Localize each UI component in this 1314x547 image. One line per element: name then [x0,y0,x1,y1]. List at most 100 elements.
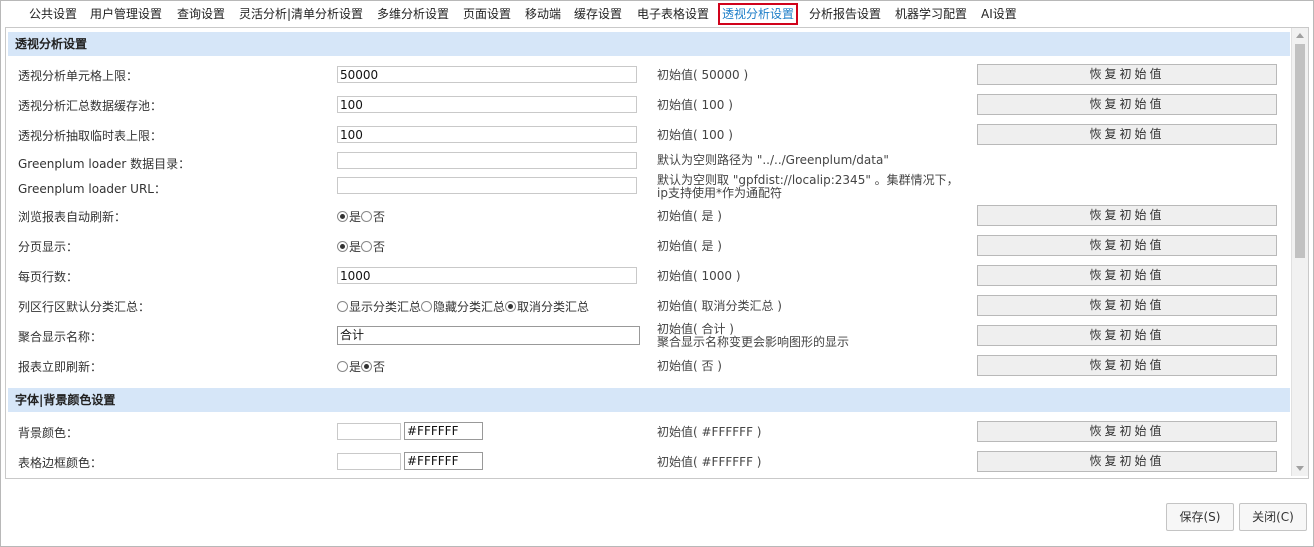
section-color-settings: 字体|背景颜色设置 [8,388,1290,412]
restore-default-button[interactable]: 恢复初始值 [977,265,1277,286]
row-auto-refresh: 浏览报表自动刷新： 是 否 初始值( 是 ) 恢复初始值 [6,201,1296,231]
border-color-swatch[interactable] [337,453,401,470]
restore-default-button[interactable]: 恢复初始值 [977,64,1277,85]
instant-refresh-radios: 是 否 [337,358,385,375]
temp-table-input[interactable]: 100 [337,126,637,143]
cache-pool-input[interactable]: 100 [337,96,637,113]
radio-unchecked-icon[interactable] [361,211,373,222]
section-pivot-settings: 透视分析设置 [8,32,1290,56]
radio-option-hide[interactable]: 隐藏分类汇总 [421,298,505,315]
row-instant-refresh: 报表立即刷新： 是 否 初始值( 否 ) 恢复初始值 [6,351,1296,381]
subtotal-radios: 显示分类汇总 隐藏分类汇总 取消分类汇总 [337,298,589,315]
scrollbar-thumb[interactable] [1295,44,1305,258]
row-paging: 分页显示： 是 否 初始值( 是 ) 恢复初始值 [6,231,1296,261]
row-label: 透视分析抽取临时表上限： [18,129,163,143]
row-cell-limit: 透视分析单元格上限： 50000 初始值( 50000 ) 恢复初始值 [6,60,1296,90]
scroll-up-icon[interactable] [1296,33,1304,38]
greenplum-dir-input[interactable] [337,152,637,169]
radio-checked-icon[interactable] [337,211,348,222]
row-hint: 初始值( 100 ) [657,128,733,142]
agg-name-input[interactable]: 合计 [337,326,640,345]
radio-label: 取消分类汇总 [517,300,590,314]
bg-color-swatch[interactable] [337,423,401,440]
restore-default-button[interactable]: 恢复初始值 [977,124,1277,145]
paging-radios: 是 否 [337,238,385,255]
tab-ai[interactable]: AI设置 [981,5,1017,23]
save-button[interactable]: 保存(S) [1166,503,1234,531]
row-hint-2: 聚合显示名称变更会影响图形的显示 [657,335,850,349]
restore-default-button[interactable]: 恢复初始值 [977,295,1277,316]
row-label: 分页显示： [18,240,79,254]
radio-label: 是 [349,360,362,374]
tab-bar: 公共设置 用户管理设置 查询设置 灵活分析|清单分析设置 多维分析设置 页面设置… [1,1,1313,27]
tab-flexible-analysis[interactable]: 灵活分析|清单分析设置 [239,5,363,23]
row-hint: 初始值( 100 ) [657,98,733,112]
radio-checked-icon[interactable] [337,241,348,252]
radio-unchecked-icon[interactable] [361,241,373,252]
row-label: 表格边框颜色： [18,456,103,470]
radio-option-yes[interactable]: 是 [337,208,361,225]
row-greenplum-url: Greenplum loader URL： 默认为空则取 "gpfdist://… [6,172,1296,202]
radio-label: 是 [349,210,362,224]
radio-option-show[interactable]: 显示分类汇总 [337,298,421,315]
radio-option-no[interactable]: 否 [361,208,385,225]
row-label: 列区行区默认分类汇总： [18,300,151,314]
greenplum-url-input[interactable] [337,177,637,194]
tab-cache[interactable]: 缓存设置 [574,5,622,23]
row-hint: 初始值( 取消分类汇总 ) [657,299,782,313]
vertical-scrollbar[interactable] [1291,28,1308,476]
radio-option-no[interactable]: 否 [361,358,385,375]
row-agg-name: 聚合显示名称： 合计 初始值( 合计 ) 聚合显示名称变更会影响图形的显示 恢复… [6,321,1296,351]
tab-spreadsheet[interactable]: 电子表格设置 [637,5,709,23]
restore-default-button[interactable]: 恢复初始值 [977,205,1277,226]
radio-label: 否 [373,360,386,374]
restore-default-button[interactable]: 恢复初始值 [977,235,1277,256]
scroll-down-icon[interactable] [1296,466,1304,471]
radio-checked-icon[interactable] [361,361,373,372]
row-bg-color: 背景颜色： #FFFFFF 初始值( #FFFFFF ) 恢复初始值 [6,417,1296,447]
restore-default-button[interactable]: 恢复初始值 [977,421,1277,442]
radio-option-yes[interactable]: 是 [337,358,361,375]
tab-multidim-analysis[interactable]: 多维分析设置 [377,5,449,23]
border-color-input[interactable]: #FFFFFF [404,452,483,470]
restore-default-button[interactable]: 恢复初始值 [977,355,1277,376]
row-hint: 初始值( 1000 ) [657,269,741,283]
restore-default-button[interactable]: 恢复初始值 [977,94,1277,115]
radio-unchecked-icon[interactable] [337,361,348,372]
radio-option-cancel[interactable]: 取消分类汇总 [505,298,589,315]
row-label: 透视分析汇总数据缓存池： [18,99,163,113]
radio-label: 是 [349,240,362,254]
radio-checked-icon[interactable] [505,301,517,312]
tab-pivot-analysis[interactable]: 透视分析设置 [718,3,799,25]
tab-page[interactable]: 页面设置 [463,5,511,23]
radio-label: 否 [373,210,386,224]
row-label: 透视分析单元格上限： [18,69,139,83]
row-label: 浏览报表自动刷新： [18,210,127,224]
row-hint: 初始值( #FFFFFF ) [657,425,762,439]
tab-mobile[interactable]: 移动端 [525,5,561,23]
restore-default-button[interactable]: 恢复初始值 [977,451,1277,472]
tab-query[interactable]: 查询设置 [177,5,225,23]
row-hint: 初始值( 否 ) [657,359,722,373]
tab-public[interactable]: 公共设置 [29,5,77,23]
bg-color-input[interactable]: #FFFFFF [404,422,483,440]
radio-unchecked-icon[interactable] [337,301,348,312]
close-button[interactable]: 关闭(C) [1239,503,1307,531]
tab-machine-learning[interactable]: 机器学习配置 [895,5,967,23]
row-label: 背景颜色： [18,426,79,440]
restore-default-button[interactable]: 恢复初始值 [977,325,1277,346]
row-border-color: 表格边框颜色： #FFFFFF 初始值( #FFFFFF ) 恢复初始值 [6,447,1296,477]
tab-user-management[interactable]: 用户管理设置 [90,5,162,23]
row-hint: 默认为空则路径为 "../../Greenplum/data" [657,153,889,167]
radio-option-no[interactable]: 否 [361,238,385,255]
settings-dialog: 公共设置 用户管理设置 查询设置 灵活分析|清单分析设置 多维分析设置 页面设置… [0,0,1314,547]
row-subtotal: 列区行区默认分类汇总： 显示分类汇总 隐藏分类汇总 取消分类汇总 初始值( 取消… [6,291,1296,321]
radio-unchecked-icon[interactable] [421,301,433,312]
cell-limit-input[interactable]: 50000 [337,66,637,83]
radio-label: 隐藏分类汇总 [433,300,506,314]
row-label: 聚合显示名称： [18,330,103,344]
row-label: Greenplum loader URL： [18,182,166,196]
tab-analysis-report[interactable]: 分析报告设置 [809,5,881,23]
rows-per-page-input[interactable]: 1000 [337,267,637,284]
radio-option-yes[interactable]: 是 [337,238,361,255]
